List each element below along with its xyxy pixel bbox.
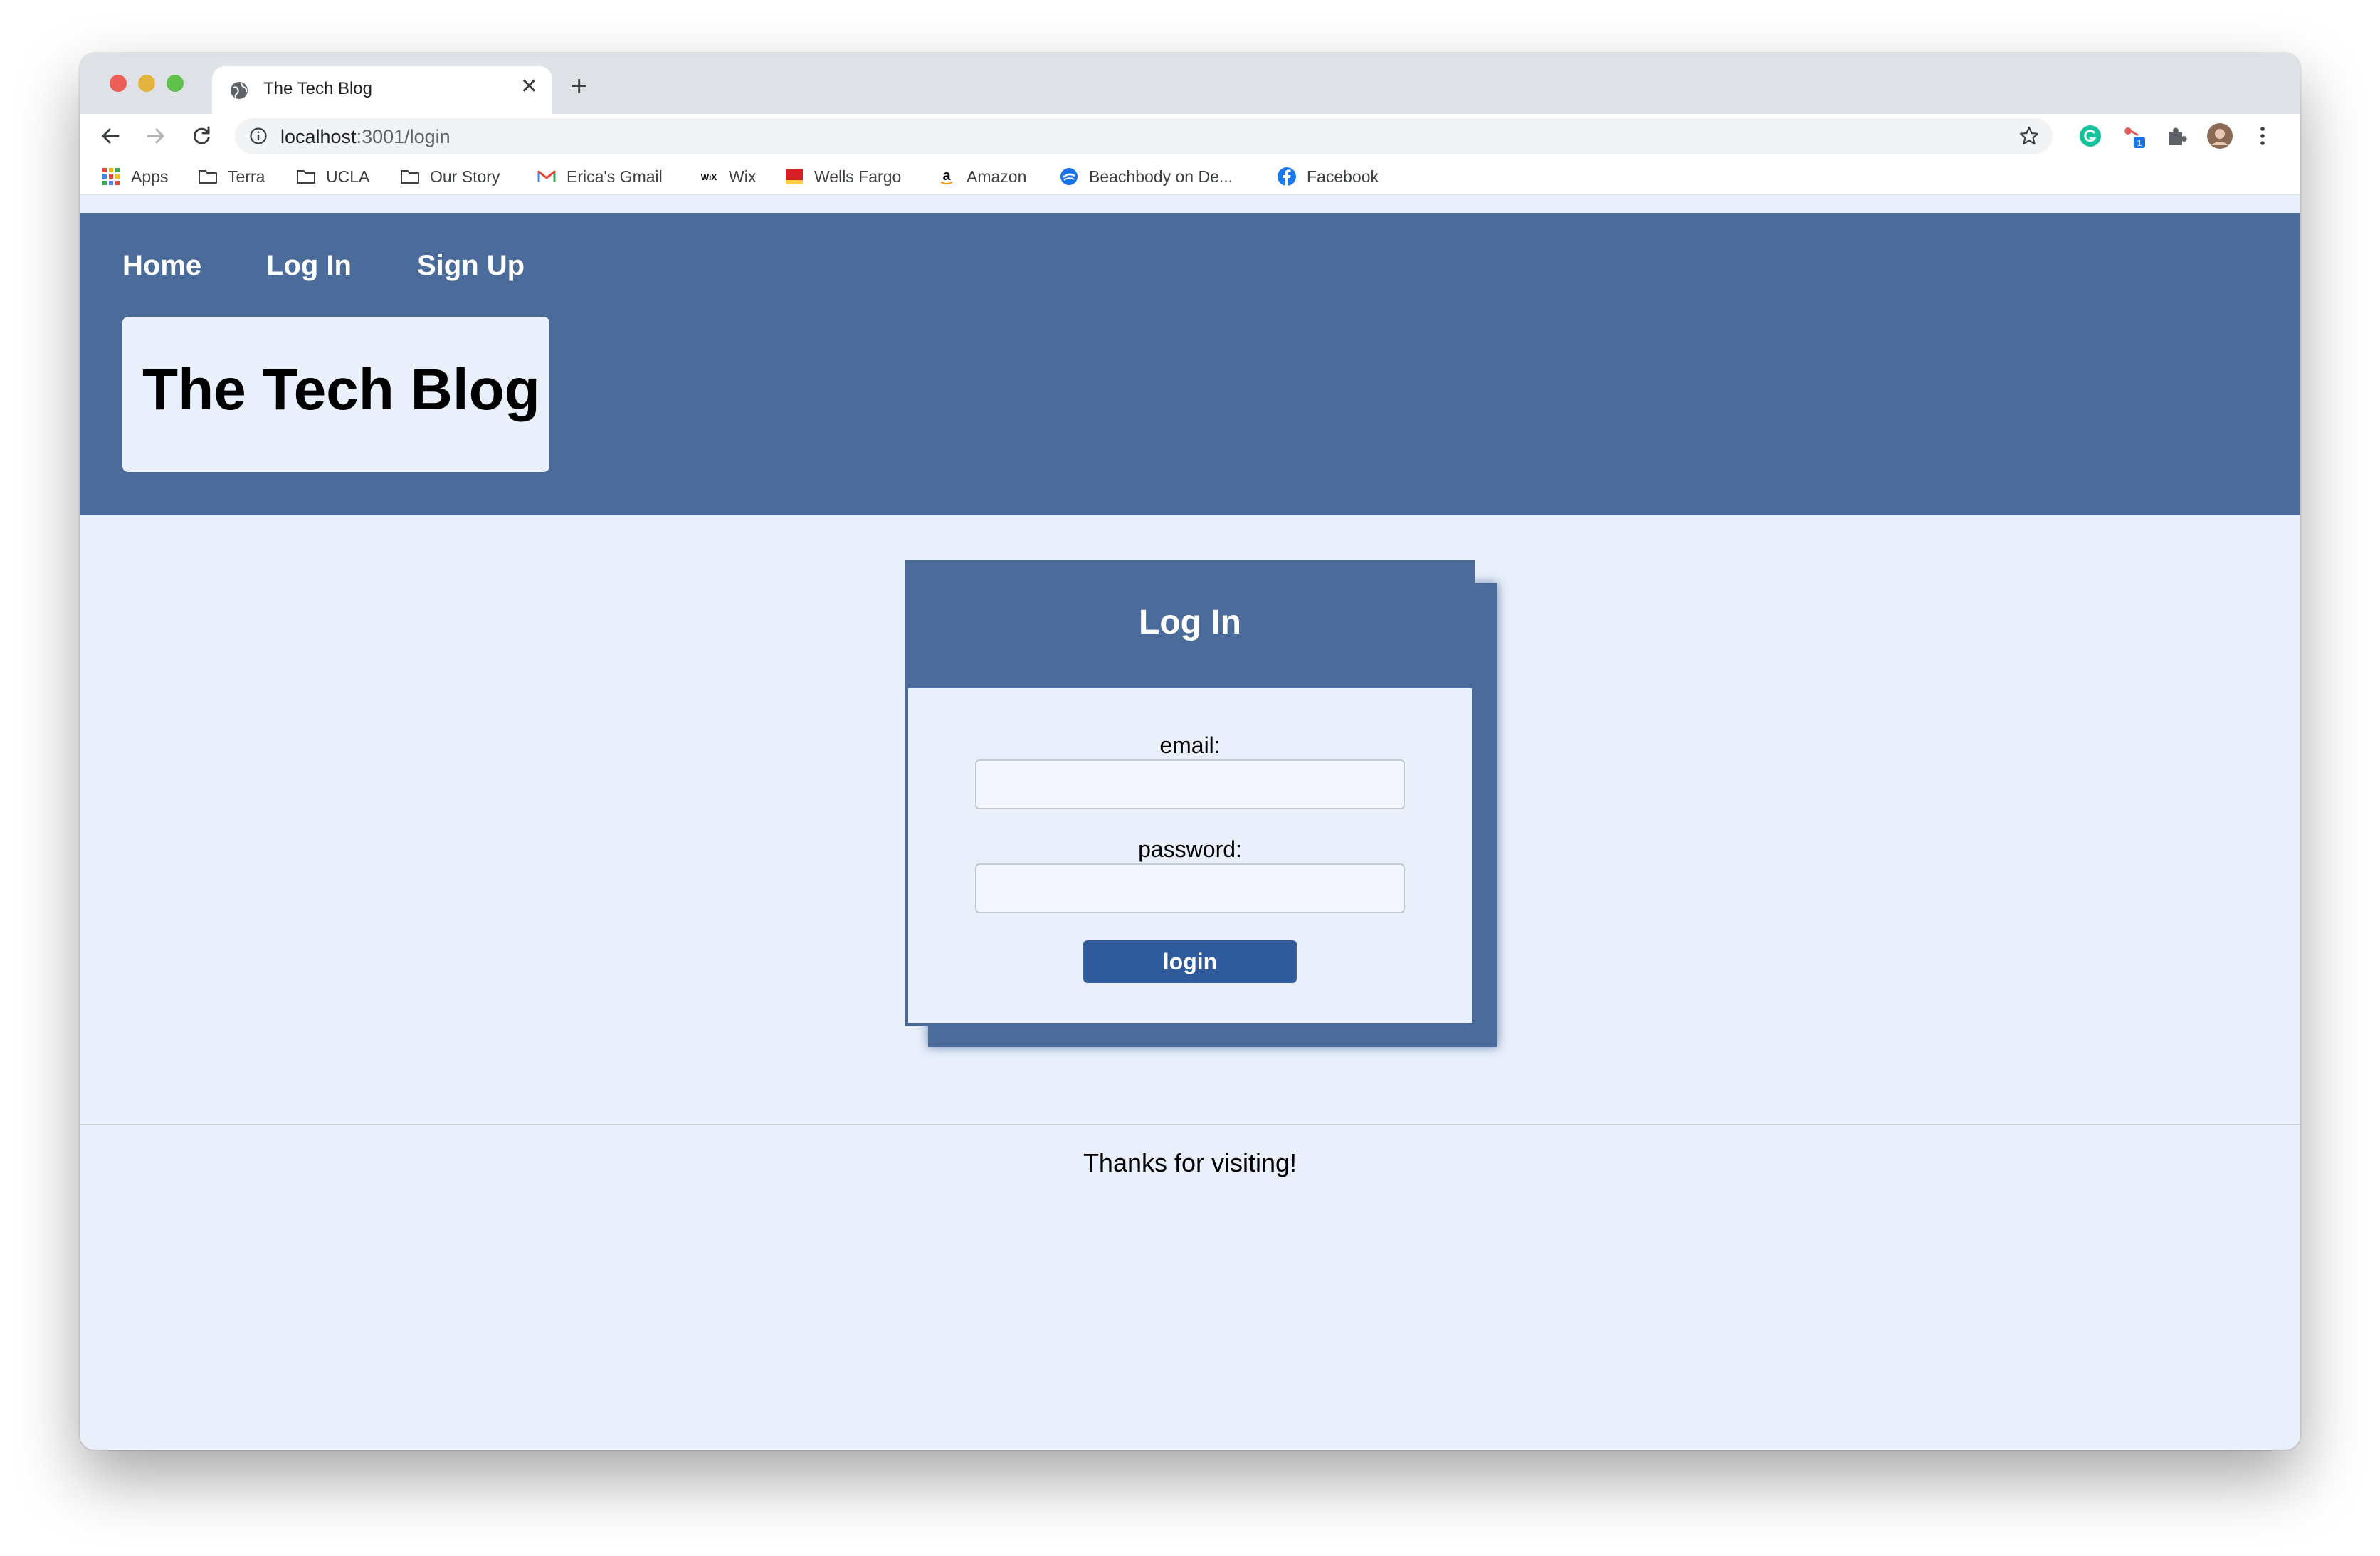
profile-avatar[interactable] [2206, 122, 2233, 149]
login-button[interactable]: login [1083, 940, 1297, 983]
menu-kebab-icon[interactable] [2249, 122, 2276, 149]
svg-text:WiX: WiX [701, 172, 717, 182]
login-title: Log In [1139, 604, 1241, 641]
bookmark-terra[interactable]: Terra [198, 167, 265, 186]
amazon-icon: a [940, 168, 953, 184]
extension-badge-icon[interactable]: 1 [2121, 122, 2148, 149]
bookmark-label: Apps [131, 167, 169, 186]
email-label: email: [1159, 732, 1221, 758]
folder-icon [297, 170, 315, 184]
bookmark-star-icon[interactable] [2018, 125, 2040, 147]
tab-strip: The Tech Blog ✕ + [80, 53, 2300, 114]
bookmark-label: Erica's Gmail [567, 167, 663, 186]
bookmarks-bar: Apps Terra UCLA Our Story Erica's Gmail … [80, 158, 2300, 195]
bookmark-gmail[interactable]: Erica's Gmail [537, 167, 663, 186]
bookmark-our-story[interactable]: Our Story [400, 167, 500, 186]
bookmark-wix[interactable]: WiX Wix [699, 167, 757, 186]
footer-text: Thanks for visiting! [1083, 1148, 1297, 1177]
gmail-icon [537, 170, 556, 182]
address-bar[interactable]: localhost:3001/login [235, 118, 2053, 154]
svg-text:a: a [942, 168, 951, 184]
svg-text:1: 1 [2137, 138, 2142, 148]
apps-grid-icon [102, 168, 120, 185]
bookmark-facebook[interactable]: Facebook [1277, 167, 1379, 186]
globe-icon [231, 82, 248, 99]
facebook-icon [1278, 167, 1296, 186]
footer-divider [80, 1124, 2300, 1125]
minimize-window-button[interactable] [138, 75, 155, 92]
browser-window: The Tech Blog ✕ + localhost:3001/login 1… [80, 53, 2300, 1450]
password-label: password: [1138, 836, 1242, 862]
close-tab-icon[interactable]: ✕ [520, 76, 538, 98]
folder-icon [199, 170, 217, 184]
bookmark-label: Our Story [430, 167, 500, 186]
page-content: Home Log In Sign Up The Tech Blog Log In… [80, 213, 2300, 1450]
site-info-icon[interactable] [249, 127, 268, 145]
url-path: :3001/login [356, 126, 451, 147]
bookmark-amazon[interactable]: a Amazon [937, 167, 1026, 186]
grammarly-icon[interactable] [2077, 122, 2104, 149]
reload-icon[interactable] [188, 122, 215, 149]
bookmark-label: UCLA [326, 167, 370, 186]
new-tab-button[interactable]: + [571, 72, 587, 100]
login-card-header: Log In [908, 563, 1472, 688]
password-field[interactable] [975, 863, 1405, 913]
wix-icon: WiX [701, 172, 717, 182]
tab-title: The Tech Blog [263, 79, 372, 98]
bookmark-label: Amazon [967, 167, 1027, 186]
close-window-button[interactable] [110, 75, 127, 92]
forward-arrow-icon[interactable] [142, 122, 169, 149]
url-host: localhost [280, 126, 357, 147]
brand-box: The Tech Blog [122, 317, 549, 472]
browser-toolbar: localhost:3001/login 1 [80, 114, 2300, 158]
back-arrow-icon[interactable] [97, 122, 124, 149]
nav-link-login[interactable]: Log In [266, 250, 352, 282]
bookmark-wells-fargo[interactable]: Wells Fargo [784, 167, 901, 186]
bookmark-label: Terra [228, 167, 265, 186]
folder-icon [401, 170, 419, 184]
bookmark-label: Facebook [1307, 167, 1379, 186]
bookmark-label: Beachbody on De... [1089, 167, 1233, 186]
bookmark-label: Wix [729, 167, 757, 186]
email-field[interactable] [975, 759, 1405, 809]
beachbody-icon [1060, 168, 1078, 185]
url-text: localhost:3001/login [280, 126, 451, 148]
extensions-puzzle-icon[interactable] [2164, 122, 2191, 149]
maximize-window-button[interactable] [167, 75, 184, 92]
bookmark-ucla[interactable]: UCLA [296, 167, 369, 186]
wells-fargo-icon [786, 169, 803, 184]
browser-tab-active[interactable]: The Tech Blog ✕ [212, 66, 552, 114]
bookmark-beachbody[interactable]: Beachbody on De... [1059, 167, 1233, 186]
bookmark-apps[interactable]: Apps [101, 167, 168, 186]
nav-link-home[interactable]: Home [122, 250, 201, 282]
bookmark-label: Wells Fargo [814, 167, 902, 186]
login-card: Log In email: password: login [905, 560, 1475, 1026]
site-title: The Tech Blog [142, 357, 540, 422]
nav-link-signup[interactable]: Sign Up [417, 250, 525, 282]
site-header: Home Log In Sign Up The Tech Blog [80, 213, 2300, 515]
